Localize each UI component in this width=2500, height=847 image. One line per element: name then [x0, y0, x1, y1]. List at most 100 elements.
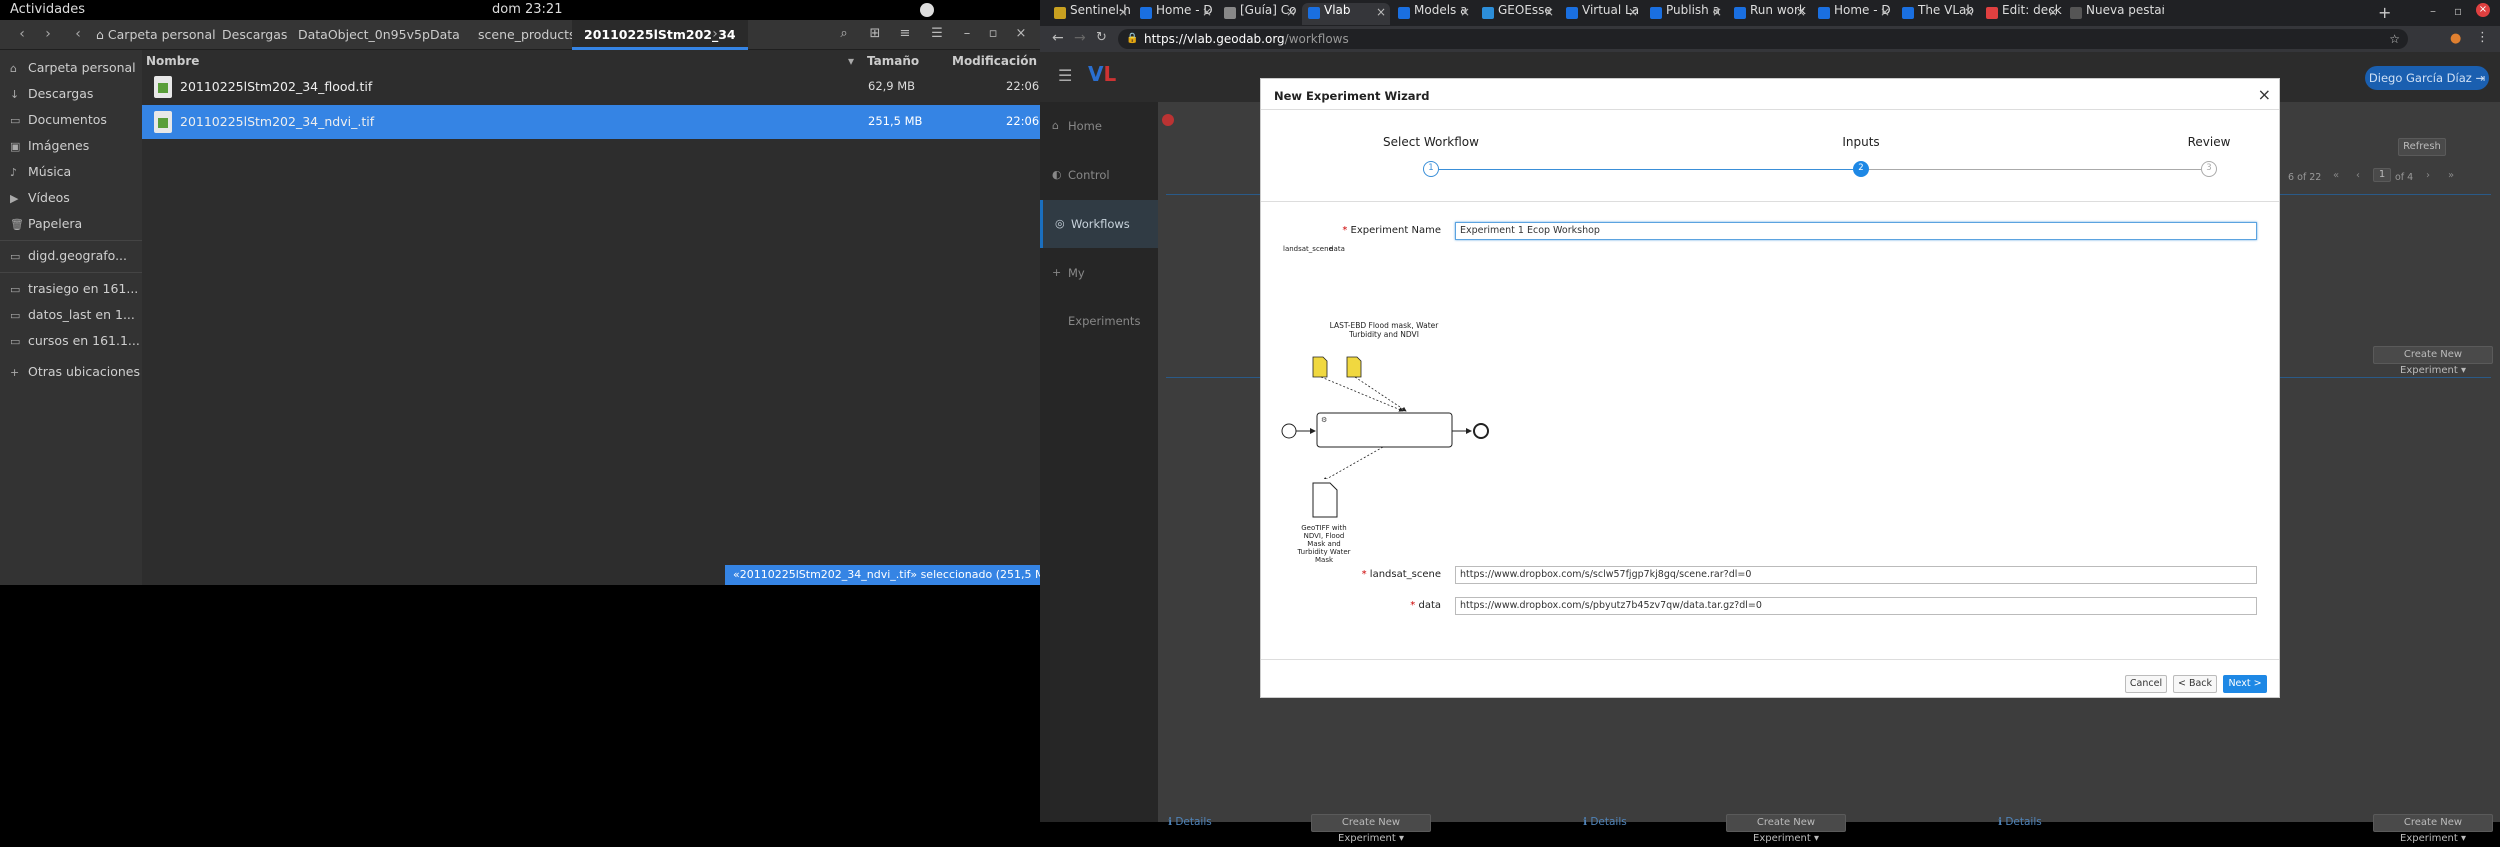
- browser-tab[interactable]: Home - D ×: [1812, 3, 1894, 25]
- extension-icon[interactable]: ●: [2450, 31, 2461, 46]
- browser-tab[interactable]: GEOEsse ×: [1476, 3, 1558, 25]
- step-dot-2[interactable]: 2: [1853, 161, 1869, 177]
- browser-tab[interactable]: The VLab ×: [1896, 3, 1978, 25]
- back-arrow-icon[interactable]: ‹: [12, 26, 32, 44]
- pagination-last-icon[interactable]: »: [2448, 170, 2454, 181]
- new-tab-icon[interactable]: +: [2378, 3, 2391, 22]
- sidebar-item-documents[interactable]: ▭ Documentos: [10, 112, 107, 132]
- pagination-page-input[interactable]: 1: [2373, 168, 2391, 182]
- vlab-logo[interactable]: VL: [1088, 62, 1116, 86]
- browser-tab[interactable]: Nueva pestaña: [2064, 3, 2164, 25]
- sort-chevron-icon[interactable]: ▾: [848, 54, 854, 68]
- path-right-chevron-icon[interactable]: ›: [705, 26, 725, 44]
- reload-icon[interactable]: ↻: [1096, 30, 1107, 45]
- activities-button[interactable]: Actividades: [10, 2, 85, 17]
- start-event-icon[interactable]: [1281, 423, 1297, 439]
- browser-tab[interactable]: Run work ×: [1728, 3, 1810, 25]
- browser-tab[interactable]: Vlab ×: [1302, 3, 1390, 25]
- process-task[interactable]: [1316, 412, 1453, 448]
- sidebar-item-network-1[interactable]: ▭ digd.geografo...: [10, 248, 127, 268]
- maximize-icon[interactable]: ▫: [984, 26, 1002, 44]
- details-link-2[interactable]: ℹ Details: [1583, 816, 1627, 828]
- refresh-button[interactable]: Refresh: [2398, 138, 2446, 156]
- nav-my-experiments[interactable]: + My Experiments: [1040, 249, 1158, 328]
- tab-close-icon[interactable]: ×: [2048, 5, 2058, 19]
- tab-close-icon[interactable]: ×: [1118, 5, 1128, 19]
- end-event-icon[interactable]: [1473, 423, 1489, 439]
- forward-arrow-icon[interactable]: ›: [38, 26, 58, 44]
- sidebar-item-network-4[interactable]: ▭ cursos en 161.1...: [10, 333, 140, 353]
- breadcrumb-home[interactable]: ⌂ Carpeta personal: [84, 20, 228, 50]
- output-data-object[interactable]: [1311, 481, 1341, 521]
- column-header-size[interactable]: Tamaño: [867, 54, 919, 68]
- experiment-name-input[interactable]: Experiment 1 Ecop Workshop: [1455, 222, 2257, 240]
- sidebar-item-downloads[interactable]: ↓ Descargas: [10, 86, 93, 106]
- chrome-tray-icon[interactable]: [920, 3, 934, 17]
- grid-view-icon[interactable]: ⊞: [866, 26, 884, 44]
- sidebar-item-network-2[interactable]: ▭ trasiego en 161...: [10, 281, 138, 301]
- tab-close-icon[interactable]: ×: [1880, 5, 1890, 19]
- tab-close-icon[interactable]: ×: [1796, 5, 1806, 19]
- cancel-button[interactable]: Cancel: [2125, 675, 2167, 693]
- step-dot-3[interactable]: 3: [2201, 161, 2217, 177]
- browser-tab[interactable]: Publish a ×: [1644, 3, 1726, 25]
- maximize-icon[interactable]: ▫: [2454, 4, 2462, 18]
- browser-tab[interactable]: Edit: deck ×: [1980, 3, 2062, 25]
- hamburger-menu-icon[interactable]: ☰: [1058, 66, 1072, 85]
- pagination-prev-icon[interactable]: ‹: [2356, 170, 2360, 181]
- column-header-name[interactable]: Nombre: [146, 54, 199, 68]
- back-arrow-icon[interactable]: ←: [1052, 30, 1064, 46]
- tab-close-icon[interactable]: ×: [1376, 5, 1386, 19]
- nav-control[interactable]: ◐ Control: [1040, 151, 1158, 199]
- browser-tab[interactable]: Home - D ×: [1134, 3, 1216, 25]
- details-link-1[interactable]: ℹ Details: [1168, 816, 1212, 828]
- close-icon[interactable]: ×: [2476, 3, 2490, 17]
- close-icon[interactable]: ×: [2258, 85, 2271, 104]
- nav-workflows[interactable]: ◎ Workflows: [1040, 200, 1158, 248]
- tab-close-icon[interactable]: ×: [1712, 5, 1722, 19]
- pagination-first-icon[interactable]: «: [2333, 170, 2339, 181]
- sidebar-item-trash[interactable]: 🗑 Papelera: [10, 216, 82, 236]
- sidebar-item-other-locations[interactable]: + Otras ubicaciones: [10, 364, 140, 384]
- data-input[interactable]: https://www.dropbox.com/s/pbyutz7b45zv7q…: [1455, 597, 2257, 615]
- browser-tab[interactable]: Sentinel-h ×: [1048, 3, 1132, 25]
- tab-close-icon[interactable]: ×: [1286, 5, 1296, 19]
- close-icon[interactable]: ×: [1012, 26, 1030, 44]
- sidebar-item-home[interactable]: ⌂ Carpeta personal: [10, 60, 136, 80]
- minimize-icon[interactable]: –: [958, 26, 976, 44]
- sidebar-item-music[interactable]: ♪ Música: [10, 164, 71, 184]
- view-options-icon[interactable]: ≡: [896, 26, 914, 44]
- file-row[interactable]: 20110225lStm202_34_flood.tif 62,9 MB 22:…: [142, 70, 1040, 104]
- forward-arrow-icon[interactable]: →: [1074, 30, 1086, 46]
- nav-home[interactable]: ⌂ Home: [1040, 102, 1158, 150]
- create-new-experiment-button[interactable]: Create New Experiment ▾: [1726, 814, 1846, 844]
- column-header-modified[interactable]: Modificación: [952, 54, 1037, 68]
- data-object-icon[interactable]: [1312, 356, 1328, 378]
- pagination-next-icon[interactable]: ›: [2426, 170, 2430, 181]
- landsat-scene-input[interactable]: https://www.dropbox.com/s/sclw57fjgp7kj8…: [1455, 566, 2257, 584]
- tab-close-icon[interactable]: ×: [1628, 5, 1638, 19]
- create-new-experiment-button[interactable]: Create New Experiment ▾: [2373, 814, 2493, 844]
- tab-close-icon[interactable]: ×: [1202, 5, 1212, 19]
- create-new-experiment-button[interactable]: Create New Experiment ▾: [1311, 814, 1431, 844]
- star-icon[interactable]: ☆: [2389, 29, 2400, 49]
- clock[interactable]: dom 23:21: [492, 2, 562, 17]
- next-button[interactable]: Next >: [2223, 675, 2267, 693]
- menu-icon[interactable]: ☰: [928, 26, 946, 44]
- tab-close-icon[interactable]: ×: [1964, 5, 1974, 19]
- breadcrumb-data[interactable]: Data: [418, 20, 472, 50]
- breadcrumb-scene-products[interactable]: scene_products: [466, 20, 588, 50]
- minimize-icon[interactable]: –: [2430, 4, 2436, 18]
- file-row-selected[interactable]: 20110225lStm202_34_ndvi_.tif 251,5 MB 22…: [142, 105, 1040, 139]
- back-button[interactable]: < Back: [2173, 675, 2217, 693]
- user-menu-button[interactable]: Diego García Díaz ⇥: [2365, 66, 2489, 90]
- browser-tab[interactable]: [Guía] Co ×: [1218, 3, 1300, 25]
- url-field[interactable]: 🔒 https://vlab.geodab.org/workflows ☆: [1118, 29, 2408, 49]
- tab-close-icon[interactable]: ×: [1544, 5, 1554, 19]
- kebab-menu-icon[interactable]: ⋮: [2476, 30, 2489, 45]
- sidebar-item-network-3[interactable]: ▭ datos_last en 1...: [10, 307, 135, 327]
- create-new-experiment-button[interactable]: Create New Experiment ▾: [2373, 346, 2493, 376]
- browser-tab[interactable]: Models a ×: [1392, 3, 1474, 25]
- tab-close-icon[interactable]: ×: [1460, 5, 1470, 19]
- step-dot-1[interactable]: 1: [1423, 161, 1439, 177]
